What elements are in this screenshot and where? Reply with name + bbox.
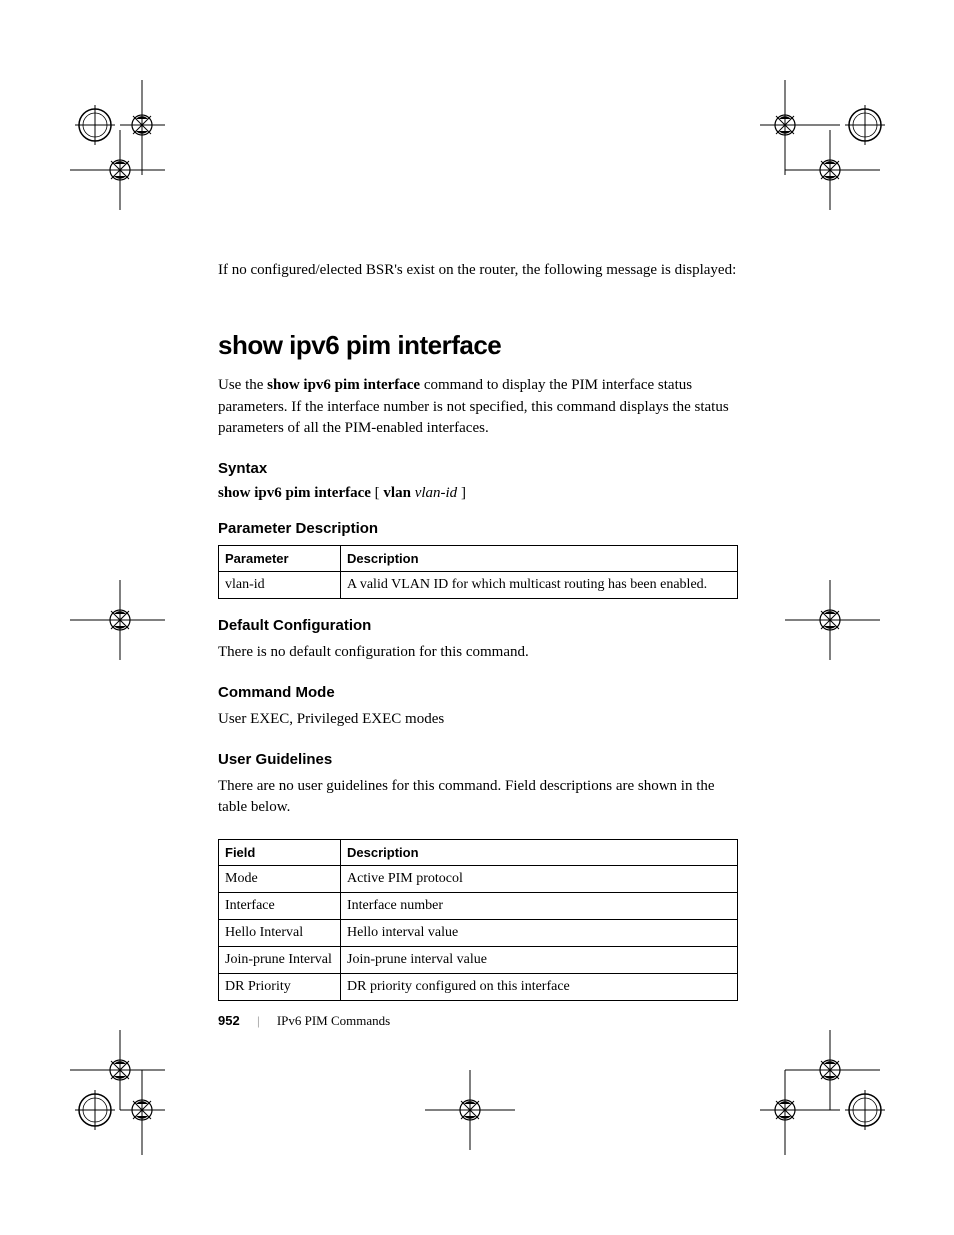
footer-section: IPv6 PIM Commands [277, 1013, 390, 1028]
crop-mark-bot-left [70, 1030, 170, 1110]
user-guidelines-text: There are no user guidelines for this co… [218, 776, 738, 820]
table-row: Interface Interface number [219, 893, 738, 920]
syntax-heading: Syntax [218, 460, 738, 477]
default-config-heading: Default Configuration [218, 617, 738, 634]
param-cell-name: vlan-id [219, 572, 341, 599]
table-row: DR Priority DR priority configured on th… [219, 974, 738, 1001]
table-row: Mode Active PIM protocol [219, 866, 738, 893]
syntax-arg: vlan-id [415, 485, 458, 501]
field-cell-name: Hello Interval [219, 920, 341, 947]
param-cell-desc: A valid VLAN ID for which multicast rout… [341, 572, 738, 599]
crop-mark-top-right-2 [780, 130, 880, 210]
crop-mark-bot-center [420, 1070, 520, 1150]
field-cell-name: Mode [219, 866, 341, 893]
field-cell-desc: Interface number [341, 893, 738, 920]
field-cell-name: Join-prune Interval [219, 947, 341, 974]
table-header-row: Parameter Description [219, 546, 738, 572]
table-header-row: Field Description [219, 840, 738, 866]
footer-divider: | [257, 1013, 260, 1028]
page-number: 952 [218, 1013, 240, 1028]
default-config-text: There is no default configuration for th… [218, 642, 738, 664]
crop-mark-bot-left-2 [70, 1070, 220, 1170]
crop-mark-mid-left [70, 580, 170, 660]
fields-header-field: Field [219, 840, 341, 866]
desc-prefix: Use the [218, 377, 267, 393]
field-cell-desc: Hello interval value [341, 920, 738, 947]
command-description: Use the show ipv6 pim interface command … [218, 375, 738, 440]
field-cell-desc: DR priority configured on this interface [341, 974, 738, 1001]
crop-mark-bot-right [780, 1030, 880, 1110]
syntax-lbracket: [ [371, 485, 384, 501]
page-content: If no configured/elected BSR's exist on … [218, 260, 738, 1011]
syntax-keyword: vlan [383, 485, 411, 501]
parameter-description-heading: Parameter Description [218, 520, 738, 537]
syntax-rbracket: ] [457, 485, 466, 501]
crop-mark-top-left-2 [70, 130, 170, 210]
fields-header-description: Description [341, 840, 738, 866]
command-title: show ipv6 pim interface [218, 330, 738, 361]
command-mode-text: User EXEC, Privileged EXEC modes [218, 709, 738, 731]
table-row: Join-prune Interval Join-prune interval … [219, 947, 738, 974]
field-cell-desc: Join-prune interval value [341, 947, 738, 974]
param-header-parameter: Parameter [219, 546, 341, 572]
param-header-description: Description [341, 546, 738, 572]
crop-mark-top-right [740, 80, 890, 180]
crop-mark-bot-right-2 [740, 1070, 890, 1170]
desc-command-name: show ipv6 pim interface [267, 377, 420, 393]
command-mode-heading: Command Mode [218, 684, 738, 701]
syntax-cmd: show ipv6 pim interface [218, 485, 371, 501]
field-cell-name: Interface [219, 893, 341, 920]
syntax-line: show ipv6 pim interface [ vlan vlan-id ] [218, 485, 738, 502]
table-row: vlan-id A valid VLAN ID for which multic… [219, 572, 738, 599]
table-row: Hello Interval Hello interval value [219, 920, 738, 947]
crop-mark-top-left [70, 80, 170, 180]
fields-table: Field Description Mode Active PIM protoc… [218, 839, 738, 1001]
field-cell-desc: Active PIM protocol [341, 866, 738, 893]
field-cell-name: DR Priority [219, 974, 341, 1001]
parameter-table: Parameter Description vlan-id A valid VL… [218, 545, 738, 599]
page-footer: 952 | IPv6 PIM Commands [218, 1013, 390, 1029]
user-guidelines-heading: User Guidelines [218, 751, 738, 768]
crop-mark-mid-right [780, 580, 880, 660]
intro-paragraph: If no configured/elected BSR's exist on … [218, 260, 738, 282]
